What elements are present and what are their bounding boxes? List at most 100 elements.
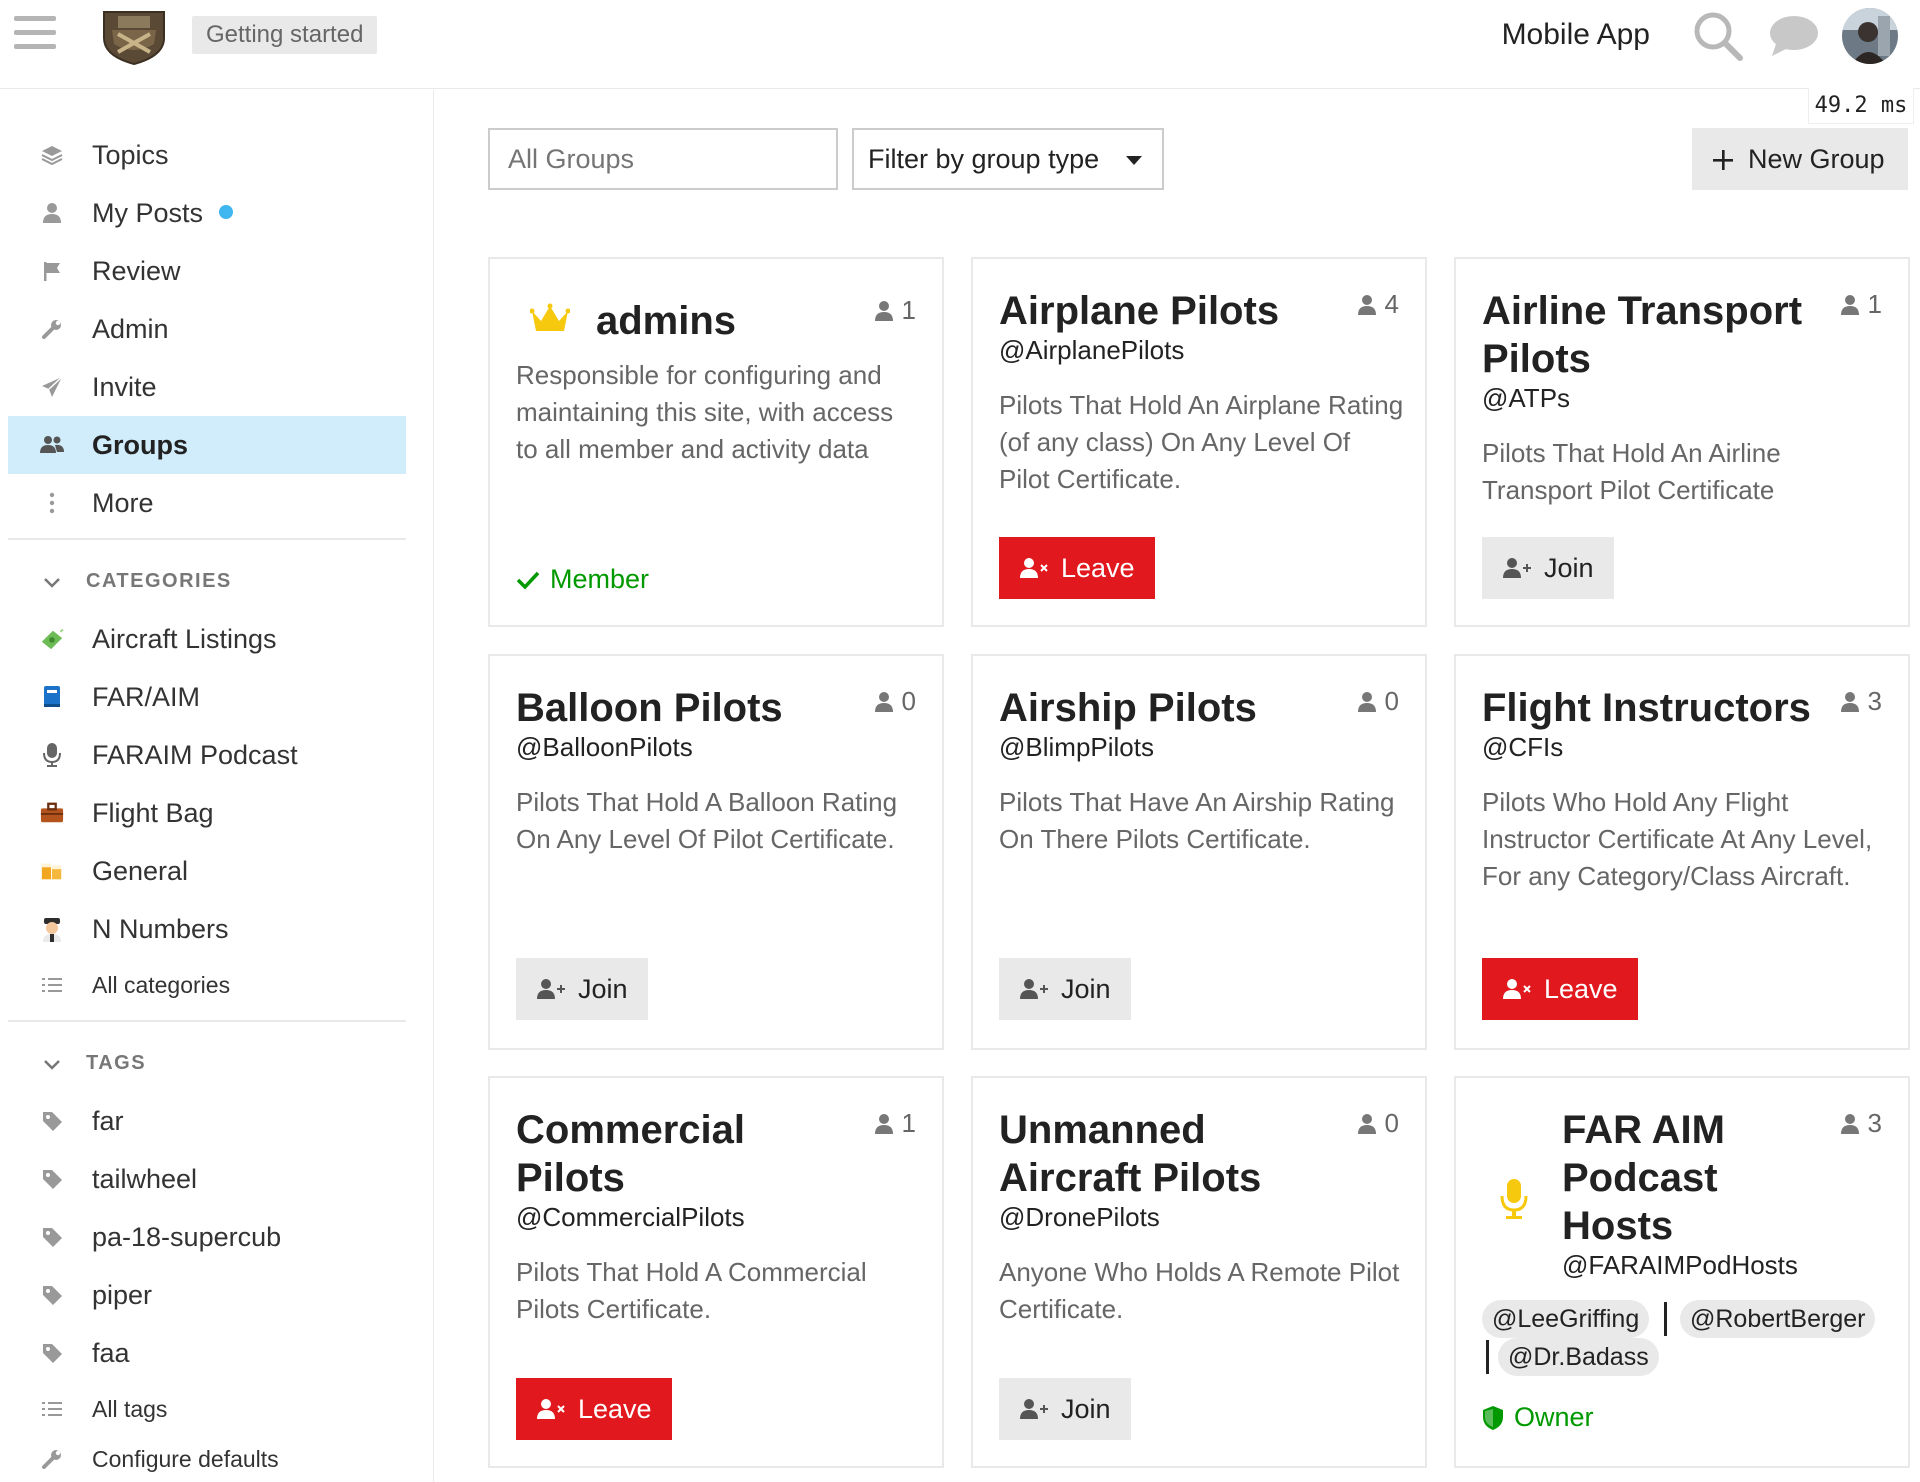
group-name: Airplane Pilots	[999, 289, 1280, 333]
join-group-button[interactable]: Join	[516, 958, 648, 1020]
leave-group-button[interactable]: Leave	[516, 1378, 672, 1440]
group-name-line-2: Pilots	[1482, 337, 1591, 381]
filter-label: Filter by group type	[868, 144, 1100, 174]
chat-icon[interactable]	[1768, 14, 1820, 58]
user-avatar[interactable]	[1842, 8, 1898, 64]
sidebar-item-label: pa-18-supercub	[92, 1222, 282, 1252]
caret-down-icon	[1126, 156, 1142, 165]
categories-title: CATEGORIES	[86, 570, 232, 592]
sidebar-item-label: piper	[92, 1280, 153, 1310]
list-icon	[40, 973, 64, 997]
tags-title: TAGS	[86, 1052, 147, 1074]
group-card-admins[interactable]: admins 1 Responsible for configuring and…	[488, 257, 944, 627]
sidebar-item-label: All categories	[92, 972, 231, 998]
group-description: Pilots That Hold An Airline Transport Pi…	[1482, 438, 1781, 505]
sidebar-configure-defaults[interactable]: Configure defaults	[8, 1430, 406, 1482]
sidebar-category-far-aim[interactable]: FAR/AIM	[8, 668, 406, 726]
group-card-unmanned-aircraft-pilots[interactable]: Unmanned Aircraft Pilots 0 @DronePilots …	[971, 1076, 1427, 1468]
users-icon	[40, 433, 64, 457]
group-name-line-2: Aircraft Pilots	[999, 1156, 1262, 1200]
sidebar-item-topics[interactable]: Topics	[8, 126, 406, 184]
member-count: 0	[1357, 1108, 1399, 1139]
crown-icon	[529, 303, 571, 338]
sidebar-category-general[interactable]: General	[8, 842, 406, 900]
new-group-button[interactable]: New Group	[1692, 128, 1908, 190]
book-icon	[40, 685, 64, 709]
group-search-input[interactable]	[488, 128, 838, 190]
owner-mention-chip[interactable]: @Dr.Badass	[1498, 1338, 1659, 1376]
group-name-line-3: Hosts	[1562, 1204, 1674, 1248]
sidebar-item-label: More	[92, 488, 154, 518]
sidebar-item-groups[interactable]: Groups	[8, 416, 406, 474]
group-handle: @CFIs	[1482, 732, 1564, 762]
tag-icon	[40, 1283, 64, 1307]
group-description: Anyone Who Holds A Remote Pilot Certific…	[999, 1257, 1400, 1324]
join-group-button[interactable]: Join	[1482, 537, 1614, 599]
group-name: Balloon Pilots	[516, 686, 783, 730]
sidebar-item-label: My Posts	[92, 198, 204, 228]
group-handle: @CommercialPilots	[516, 1202, 745, 1232]
list-icon	[40, 1397, 64, 1421]
sidebar-item-review[interactable]: Review	[8, 242, 406, 300]
search-icon[interactable]	[1692, 10, 1744, 62]
group-description: Pilots That Hold A Commercial Pilots Cer…	[516, 1257, 867, 1324]
tag-icon	[40, 1225, 64, 1249]
sidebar-tag-piper[interactable]: piper	[8, 1266, 406, 1324]
group-card-airship-pilots[interactable]: Airship Pilots 0 @BlimpPilots Pilots Tha…	[971, 654, 1427, 1050]
owner-mention-chip[interactable]: @LeeGriffing	[1482, 1300, 1650, 1338]
leave-group-button[interactable]: Leave	[999, 537, 1155, 599]
sidebar-tag-tailwheel[interactable]: tailwheel	[8, 1150, 406, 1208]
microphone-icon	[40, 743, 64, 767]
group-description: Responsible for configuring and maintain…	[516, 360, 894, 464]
tag-icon	[40, 1109, 64, 1133]
group-name: Commercial	[516, 1108, 745, 1152]
site-logo[interactable]	[98, 8, 170, 66]
group-card-flight-instructors[interactable]: Flight Instructors 3 @CFIs Pilots Who Ho…	[1454, 654, 1910, 1050]
sidebar-item-label: N Numbers	[92, 914, 229, 944]
group-handle: @DronePilots	[999, 1202, 1160, 1232]
mobile-app-link[interactable]: Mobile App	[1502, 16, 1650, 54]
flag-icon	[40, 259, 64, 283]
sidebar-item-label: Admin	[92, 314, 169, 344]
hamburger-menu-icon[interactable]	[14, 16, 56, 54]
sidebar-item-more[interactable]: More	[8, 474, 406, 532]
group-handle: @AirplanePilots	[999, 335, 1185, 365]
getting-started-button[interactable]: Getting started	[192, 16, 378, 54]
sidebar-category-n-numbers[interactable]: N Numbers	[8, 900, 406, 958]
sidebar-all-categories[interactable]: All categories	[8, 956, 406, 1014]
sidebar-item-label: Groups	[92, 430, 189, 460]
sidebar-tag-far[interactable]: far	[8, 1092, 406, 1150]
tags-section-toggle[interactable]: TAGS	[8, 1034, 406, 1092]
group-card-commercial-pilots[interactable]: Commercial Pilots 1 @CommercialPilots Pi…	[488, 1076, 944, 1468]
member-count: 3	[1840, 686, 1882, 717]
group-card-airline-transport-pilots[interactable]: Airline Transport Pilots 1 @ATPs Pilots …	[1454, 257, 1910, 627]
sidebar-tag-pa-18-supercub[interactable]: pa-18-supercub	[8, 1208, 406, 1266]
sidebar-tag-faa[interactable]: faa	[8, 1324, 406, 1382]
sidebar-category-faraim-podcast[interactable]: FARAIM Podcast	[8, 726, 406, 784]
join-group-button[interactable]: Join	[999, 1378, 1131, 1440]
member-count: 3	[1840, 1108, 1882, 1139]
owner-mention-chip[interactable]: @RobertBerger	[1680, 1300, 1876, 1338]
filter-group-type-dropdown[interactable]: Filter by group type	[852, 128, 1164, 190]
leave-group-button[interactable]: Leave	[1482, 958, 1638, 1020]
sidebar-item-admin[interactable]: Admin	[8, 300, 406, 358]
sidebar-item-label: faa	[92, 1338, 130, 1368]
group-name: Flight Instructors	[1482, 686, 1811, 730]
layers-icon	[40, 143, 64, 167]
group-name-line-2: Podcast	[1562, 1156, 1718, 1200]
group-handle: @FARAIMPodHosts	[1562, 1250, 1798, 1280]
group-card-balloon-pilots[interactable]: Balloon Pilots 0 @BalloonPilots Pilots T…	[488, 654, 944, 1050]
sidebar-item-label: Flight Bag	[92, 798, 214, 828]
group-handle: @BlimpPilots	[999, 732, 1154, 762]
group-card-far-aim-podcast-hosts[interactable]: FAR AIM Podcast Hosts 3 @FARAIMPodHosts …	[1454, 1076, 1910, 1468]
sidebar-item-invite[interactable]: Invite	[8, 358, 406, 416]
categories-section-toggle[interactable]: CATEGORIES	[8, 552, 406, 610]
sidebar: Topics My Posts Review Admin Invite Grou…	[0, 90, 434, 1482]
microphone-icon	[1500, 1178, 1528, 1225]
group-card-airplane-pilots[interactable]: Airplane Pilots 4 @AirplanePilots Pilots…	[971, 257, 1427, 627]
separator	[1664, 1302, 1667, 1336]
join-group-button[interactable]: Join	[999, 958, 1131, 1020]
sidebar-category-aircraft-listings[interactable]: Aircraft Listings	[8, 610, 406, 668]
sidebar-category-flight-bag[interactable]: Flight Bag	[8, 784, 406, 842]
sidebar-item-my-posts[interactable]: My Posts	[8, 184, 406, 242]
